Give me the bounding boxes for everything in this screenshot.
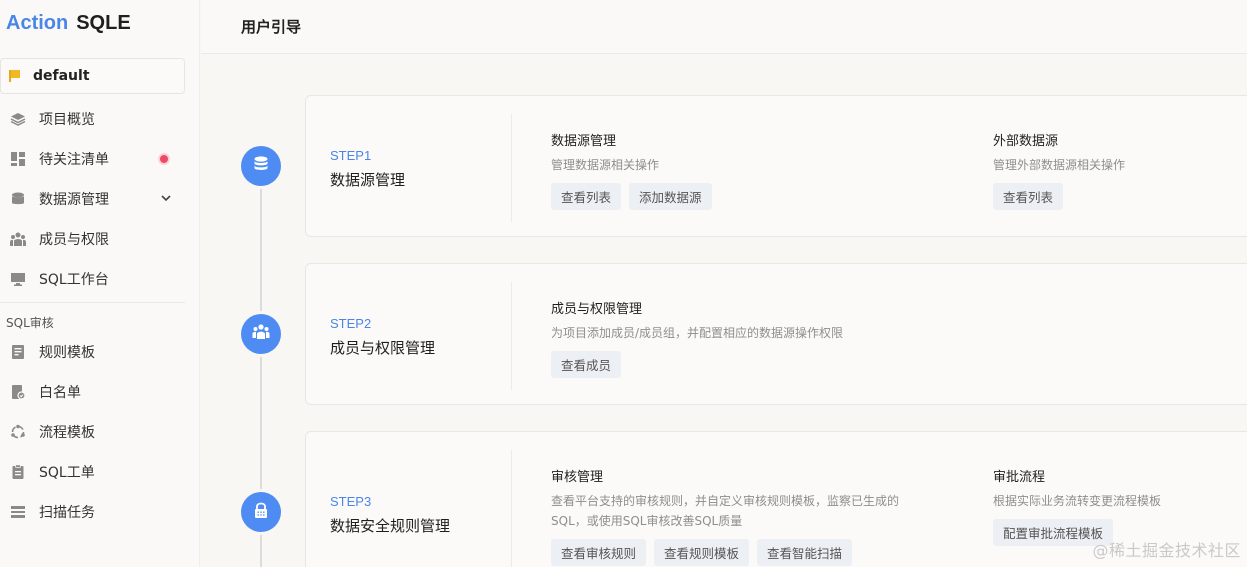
page-header: 用户引导 [201,0,1247,54]
audit-management-group: 审核管理 查看平台支持的审核规则，并自定义审核规则模板，监察已生成的 SQL，或… [551,466,971,566]
sidebar-section-label: SQL审核 [6,316,54,330]
sidebar-item-watchlist[interactable]: 待关注清单 [0,139,185,179]
group-title: 成员与权限管理 [551,302,643,317]
layers-icon [10,111,26,127]
sidebar-item-scan-task[interactable]: 扫描任务 [0,492,185,532]
group-desc: 管理外部数据源相关操作 [993,158,1126,172]
step2-marker [241,314,281,354]
page-title: 用户引导 [241,18,302,36]
sidebar-item-flow-template[interactable]: 流程模板 [0,412,185,452]
group-desc: 为项目添加成员/成员组，并配置相应的数据源操作权限 [551,326,844,340]
clipboard-icon [10,464,26,480]
step1-marker [241,146,281,186]
logo-action: Action [6,12,69,34]
team-icon [10,231,26,247]
sidebar-item-label: 扫描任务 [39,505,95,521]
group-actions: 查看列表 [993,183,1125,210]
sidebar-item-rule-template[interactable]: 规则模板 [0,332,185,372]
group-desc-line: SQL，或使用SQL审核改善SQL质量 [551,514,743,528]
view-audit-rules-button[interactable]: 查看审核规则 [551,539,647,566]
workflow-icon [10,424,26,440]
step3-marker [241,492,281,532]
group-desc: 根据实际业务流转变更流程模板 [993,494,1162,508]
database-icon [10,191,26,207]
chevron-down-icon[interactable] [160,192,172,207]
card-divider [511,450,512,567]
step-title: 数据源管理 [330,171,406,189]
add-datasource-button[interactable]: 添加数据源 [629,183,712,210]
view-rule-templates-button[interactable]: 查看规则模板 [654,539,750,566]
sidebar-item-label: SQL工单 [39,465,95,481]
group-title: 审核管理 [551,470,604,485]
project-name: default [33,68,90,84]
sidebar-divider [0,302,185,303]
dashboard-icon [10,151,26,167]
sidebar-item-overview[interactable]: 项目概览 [0,99,185,139]
group-desc: 管理数据源相关操作 [551,158,660,172]
view-members-button[interactable]: 查看成员 [551,351,622,378]
logo-sqle: SQLE [76,12,131,34]
group-actions: 查看审核规则 查看规则模板 查看智能扫描 [551,539,971,566]
monitor-icon [10,271,26,287]
sidebar-item-datasource[interactable]: 数据源管理 [0,179,185,219]
group-title: 数据源管理 [551,134,617,149]
lock-icon [251,500,271,524]
group-title: 审批流程 [993,470,1046,485]
watermark: @稀土掘金技术社区 [1092,541,1241,560]
team-icon [251,322,271,346]
card-divider [511,282,512,390]
whitelist-icon [10,384,26,400]
step-label: STEP2 [330,316,372,331]
group-title: 外部数据源 [993,134,1059,149]
members-group: 成员与权限管理 为项目添加成员/成员组，并配置相应的数据源操作权限 查看成员 [551,298,843,378]
notification-badge [160,155,168,163]
project-selector[interactable]: default [0,58,185,94]
sidebar-item-label: 待关注清单 [39,152,109,168]
group-desc: 查看平台支持的审核规则，并自定义审核规则模板，监察已生成的 SQL，或使用SQL… [551,491,971,531]
card-divider [511,114,512,222]
app-logo[interactable]: Action SQLE [6,12,131,35]
view-list-button[interactable]: 查看列表 [551,183,622,210]
step1-card: STEP1 数据源管理 数据源管理 管理数据源相关操作 查看列表 添加数据源 外… [305,95,1247,237]
sidebar-item-sql-order[interactable]: SQL工单 [0,452,185,492]
sidebar-item-label: 项目概览 [39,112,95,128]
flag-icon [9,70,21,82]
sidebar-item-label: 成员与权限 [39,232,109,248]
datasource-group: 数据源管理 管理数据源相关操作 查看列表 添加数据源 [551,130,712,210]
sidebar: Action SQLE default 项目概览 待关注清单 数据源管理 成员与权… [0,0,200,567]
external-datasource-group: 外部数据源 管理外部数据源相关操作 查看列表 [993,130,1125,210]
step2-card: STEP2 成员与权限管理 成员与权限管理 为项目添加成员/成员组，并配置相应的… [305,263,1247,405]
step-label: STEP1 [330,148,372,163]
database-icon [251,154,271,178]
sidebar-item-label: 白名单 [39,385,81,401]
sidebar-item-label: 数据源管理 [39,192,109,208]
sidebar-item-sql-workbench[interactable]: SQL工作台 [0,259,185,299]
step-title: 成员与权限管理 [330,339,436,357]
step-label: STEP3 [330,494,372,509]
sidebar-item-members[interactable]: 成员与权限 [0,219,185,259]
step-title: 数据安全规则管理 [330,517,451,535]
sidebar-item-label: 规则模板 [39,345,95,361]
view-smart-scan-button[interactable]: 查看智能扫描 [757,539,853,566]
group-desc-line: 查看平台支持的审核规则，并自定义审核规则模板，监察已生成的 [551,494,900,508]
approval-flow-group: 审批流程 根据实际业务流转变更流程模板 配置审批流程模板 [993,466,1161,546]
group-actions: 查看列表 添加数据源 [551,183,712,210]
view-external-list-button[interactable]: 查看列表 [993,183,1064,210]
document-icon [10,344,26,360]
sidebar-item-label: SQL工作台 [39,272,109,288]
group-actions: 查看成员 [551,351,843,378]
sidebar-item-label: 流程模板 [39,425,95,441]
scan-icon [10,504,26,520]
sidebar-item-whitelist[interactable]: 白名单 [0,372,185,412]
